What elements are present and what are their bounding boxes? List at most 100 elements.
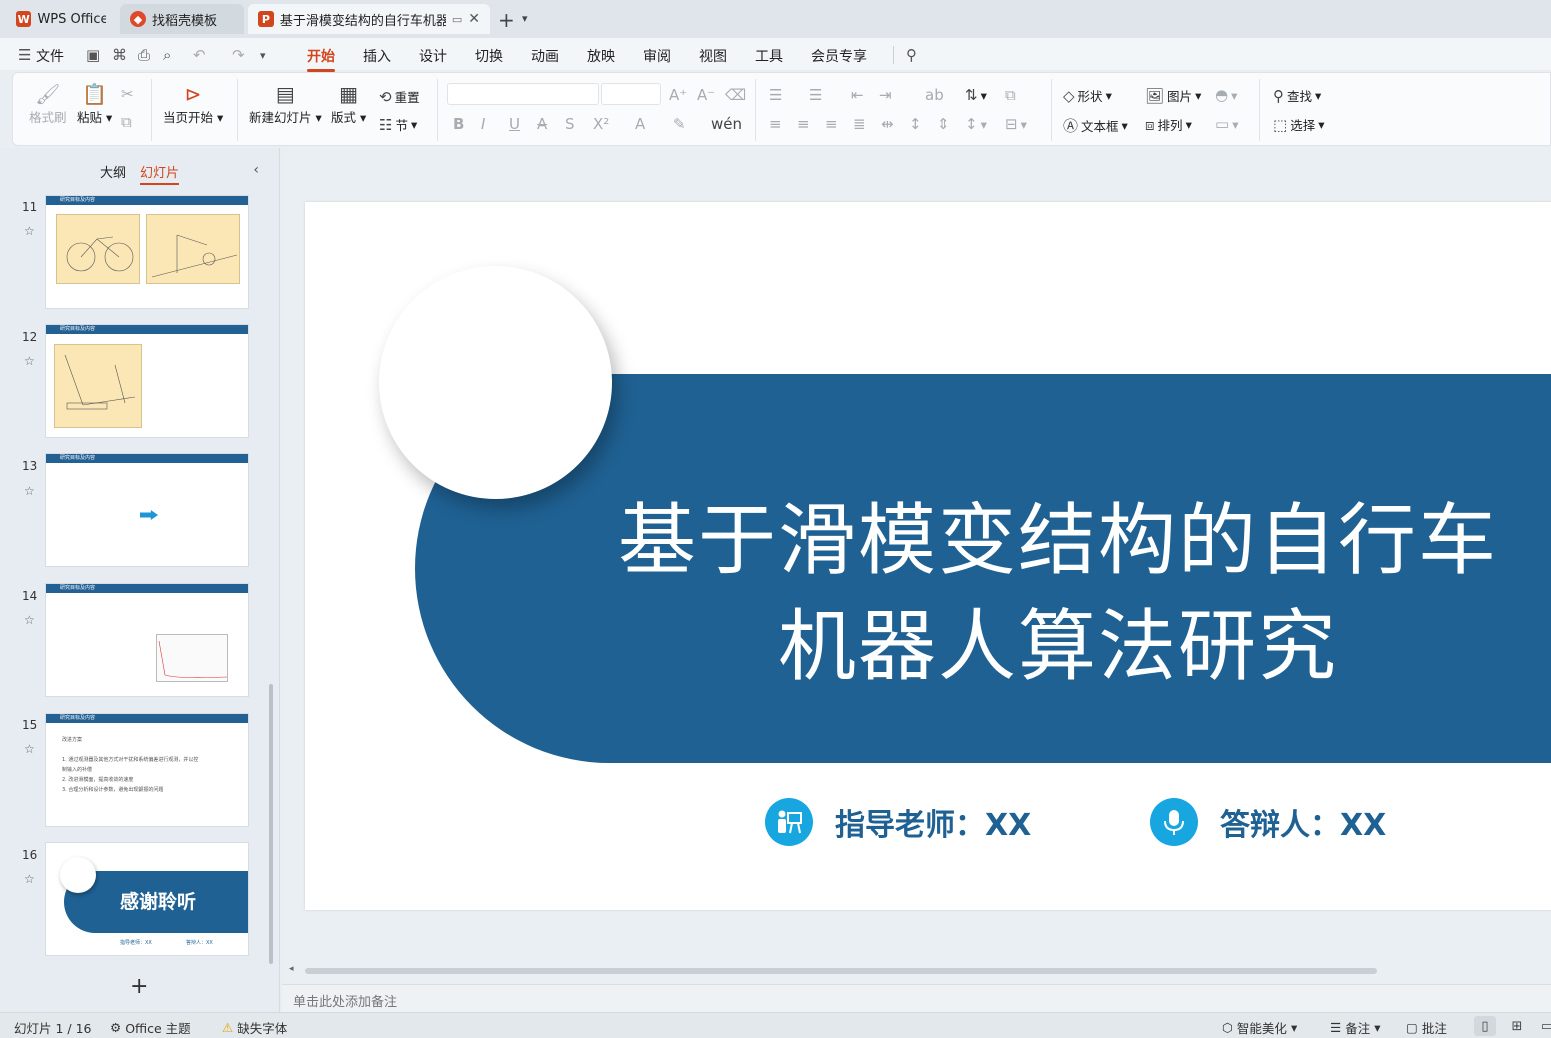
monitor-icon[interactable]: ▭ <box>452 13 462 26</box>
search-icon[interactable]: ⚲ <box>906 46 917 64</box>
slide-thumbnail-12[interactable]: 研究目标及内容 <box>46 325 248 437</box>
hamburger-icon[interactable]: ☰ <box>18 46 31 64</box>
format-painter-button[interactable]: 🖌 格式刷 <box>29 81 67 126</box>
underline-button[interactable]: U <box>509 115 520 133</box>
textbox-button[interactable]: Ⓐ 文本框 ▾ <box>1063 115 1128 136</box>
slide-thumbnail-11[interactable]: 研究目标及内容 <box>46 196 248 308</box>
missing-font-button[interactable]: ⚠ 缺失字体 <box>222 1018 287 1037</box>
menu-tools[interactable]: 工具 <box>755 46 783 66</box>
fill-button[interactable]: ◓ ▾ <box>1215 86 1237 104</box>
comments-button[interactable]: ▢ 批注 <box>1406 1018 1447 1037</box>
strikethrough-button[interactable]: A <box>537 115 547 133</box>
reading-view-icon[interactable]: ▭ <box>1536 1016 1551 1036</box>
menu-file[interactable]: 文件 <box>36 46 64 66</box>
menu-insert[interactable]: 插入 <box>363 46 391 66</box>
line-spacing-button[interactable]: ↕ <box>909 115 922 133</box>
menu-view[interactable]: 视图 <box>699 46 727 66</box>
normal-view-icon[interactable]: ▯ <box>1474 1016 1496 1036</box>
tab-document[interactable]: P 基于滑模变结构的自行车机器人 ▭ ✕ <box>248 4 490 34</box>
chevron-down-icon[interactable]: ▾ <box>522 12 528 25</box>
new-tab-icon[interactable]: + <box>498 8 515 32</box>
slide-title[interactable]: 基于滑模变结构的自行车 机器人算法研究 <box>565 488 1551 700</box>
highlight-button[interactable]: ✎ <box>673 115 686 133</box>
italic-button[interactable]: I <box>481 115 485 133</box>
slide-thumbnail-13[interactable]: 研究目标及内容 <box>46 454 248 566</box>
redo-icon[interactable]: ↷ <box>232 46 245 64</box>
spacing-dropdown-button[interactable]: ↕ ▾ <box>965 115 987 133</box>
print-preview-icon[interactable]: ⌕ <box>163 46 171 64</box>
superscript-button[interactable]: X² <box>593 115 609 133</box>
clear-format-button[interactable]: ⌫ <box>725 86 746 104</box>
menu-member[interactable]: 会员专享 <box>811 46 867 66</box>
star-icon[interactable]: ☆ <box>24 224 35 238</box>
align-left-button[interactable]: ≡ <box>769 115 782 133</box>
advisor-block[interactable]: 指导老师：XX <box>765 798 1031 846</box>
para-spacing-button[interactable]: ⇕ <box>937 115 950 133</box>
save-icon[interactable]: ▣ <box>86 46 100 64</box>
decrease-indent-button[interactable]: ⇤ <box>851 86 864 104</box>
slide-thumbnail-14[interactable]: 研究目标及内容 <box>46 584 248 696</box>
outline-button[interactable]: ▭ ▾ <box>1215 115 1238 133</box>
star-icon[interactable]: ☆ <box>24 613 35 627</box>
notes-pane[interactable]: 单击此处添加备注 <box>282 984 1551 1012</box>
close-tab-icon[interactable]: ✕ <box>468 11 480 27</box>
pane-scrollbar[interactable] <box>269 684 273 964</box>
justify-button[interactable]: ≣ <box>853 115 866 133</box>
font-size-select[interactable] <box>601 83 661 105</box>
slide-sorter-view-icon[interactable]: ⊞ <box>1506 1016 1528 1036</box>
tab-wps-office[interactable]: W WPS Office <box>6 4 116 34</box>
distribute-button[interactable]: ⇹ <box>881 115 894 133</box>
decrease-font-button[interactable]: A⁻ <box>697 86 715 104</box>
menu-animations[interactable]: 动画 <box>531 46 559 66</box>
share-icon[interactable]: ⌘ <box>112 46 127 64</box>
numbering-button[interactable]: ☰ <box>809 86 822 104</box>
select-button[interactable]: ⬚ 选择 ▾ <box>1273 115 1324 134</box>
font-color-button[interactable]: A <box>635 115 645 133</box>
text-align-button[interactable]: ⊟ ▾ <box>1005 115 1027 133</box>
cut-button[interactable]: ✂ <box>121 85 134 103</box>
smart-beautify-button[interactable]: ⬡ 智能美化 ▾ <box>1222 1018 1297 1037</box>
slide-thumbnail-15[interactable]: 研究目标及内容 改进方案 1. 通过观测器及其他方式对干扰和系统偏差进行观测，并… <box>46 714 248 826</box>
picture-button[interactable]: 🖼 图片 ▾ <box>1145 86 1201 105</box>
tab-slides[interactable]: 幻灯片 <box>140 162 180 185</box>
phonetic-button[interactable]: wén <box>711 115 742 133</box>
menu-transitions[interactable]: 切换 <box>475 46 503 66</box>
copy-button[interactable]: ⧉ <box>121 113 132 131</box>
convert-button[interactable]: ⧉ <box>1005 86 1016 104</box>
text-direction-button[interactable]: ab <box>925 86 944 104</box>
arrange-button[interactable]: ⧈ 排列 ▾ <box>1145 115 1192 134</box>
bold-button[interactable]: B <box>453 115 464 133</box>
reset-button[interactable]: ⟲ 重置 <box>379 87 420 106</box>
bullets-button[interactable]: ☰ <box>769 86 782 104</box>
customize-chevron-icon[interactable]: ▾ <box>260 49 266 62</box>
tab-template[interactable]: ◆ 找稻壳模板 <box>120 4 244 34</box>
horizontal-scrollbar[interactable] <box>305 968 1377 974</box>
new-slide-button[interactable]: ▤ 新建幻灯片 ▾ <box>249 81 322 126</box>
current-slide[interactable]: 基于滑模变结构的自行车 机器人算法研究 指导老师：XX 答辩人：XX <box>305 202 1551 910</box>
star-icon[interactable]: ☆ <box>24 872 35 886</box>
increase-indent-button[interactable]: ⇥ <box>879 86 892 104</box>
section-button[interactable]: ☷ 节 ▾ <box>379 115 417 134</box>
find-button[interactable]: ⚲ 查找 ▾ <box>1273 86 1321 105</box>
slide-thumbnail-16[interactable]: 感谢聆听 指导老师：XX 答辩人：XX <box>46 843 248 955</box>
menu-design[interactable]: 设计 <box>419 46 447 66</box>
play-from-current-button[interactable]: ⊳ 当页开始 ▾ <box>163 81 223 126</box>
menu-home[interactable]: 开始 <box>307 46 335 72</box>
notes-toggle-button[interactable]: ☰ 备注 ▾ <box>1330 1018 1381 1037</box>
defender-block[interactable]: 答辩人：XX <box>1150 798 1386 846</box>
sort-button[interactable]: ⇅ ▾ <box>965 86 987 104</box>
star-icon[interactable]: ☆ <box>24 354 35 368</box>
align-center-button[interactable]: ≡ <box>797 115 810 133</box>
print-icon[interactable]: ⎙ <box>138 46 150 64</box>
theme-button[interactable]: ⚙ Office 主题 <box>110 1018 191 1037</box>
tab-outline[interactable]: 大纲 <box>100 162 126 185</box>
star-icon[interactable]: ☆ <box>24 484 35 498</box>
align-right-button[interactable]: ≡ <box>825 115 838 133</box>
shadow-button[interactable]: S <box>565 115 575 133</box>
undo-icon[interactable]: ↶ <box>193 46 206 64</box>
star-icon[interactable]: ☆ <box>24 742 35 756</box>
menu-slideshow[interactable]: 放映 <box>587 46 615 66</box>
collapse-pane-icon[interactable]: ‹ <box>253 162 259 178</box>
paste-button[interactable]: 📋 粘贴 ▾ <box>77 81 112 126</box>
font-family-select[interactable] <box>447 83 599 105</box>
